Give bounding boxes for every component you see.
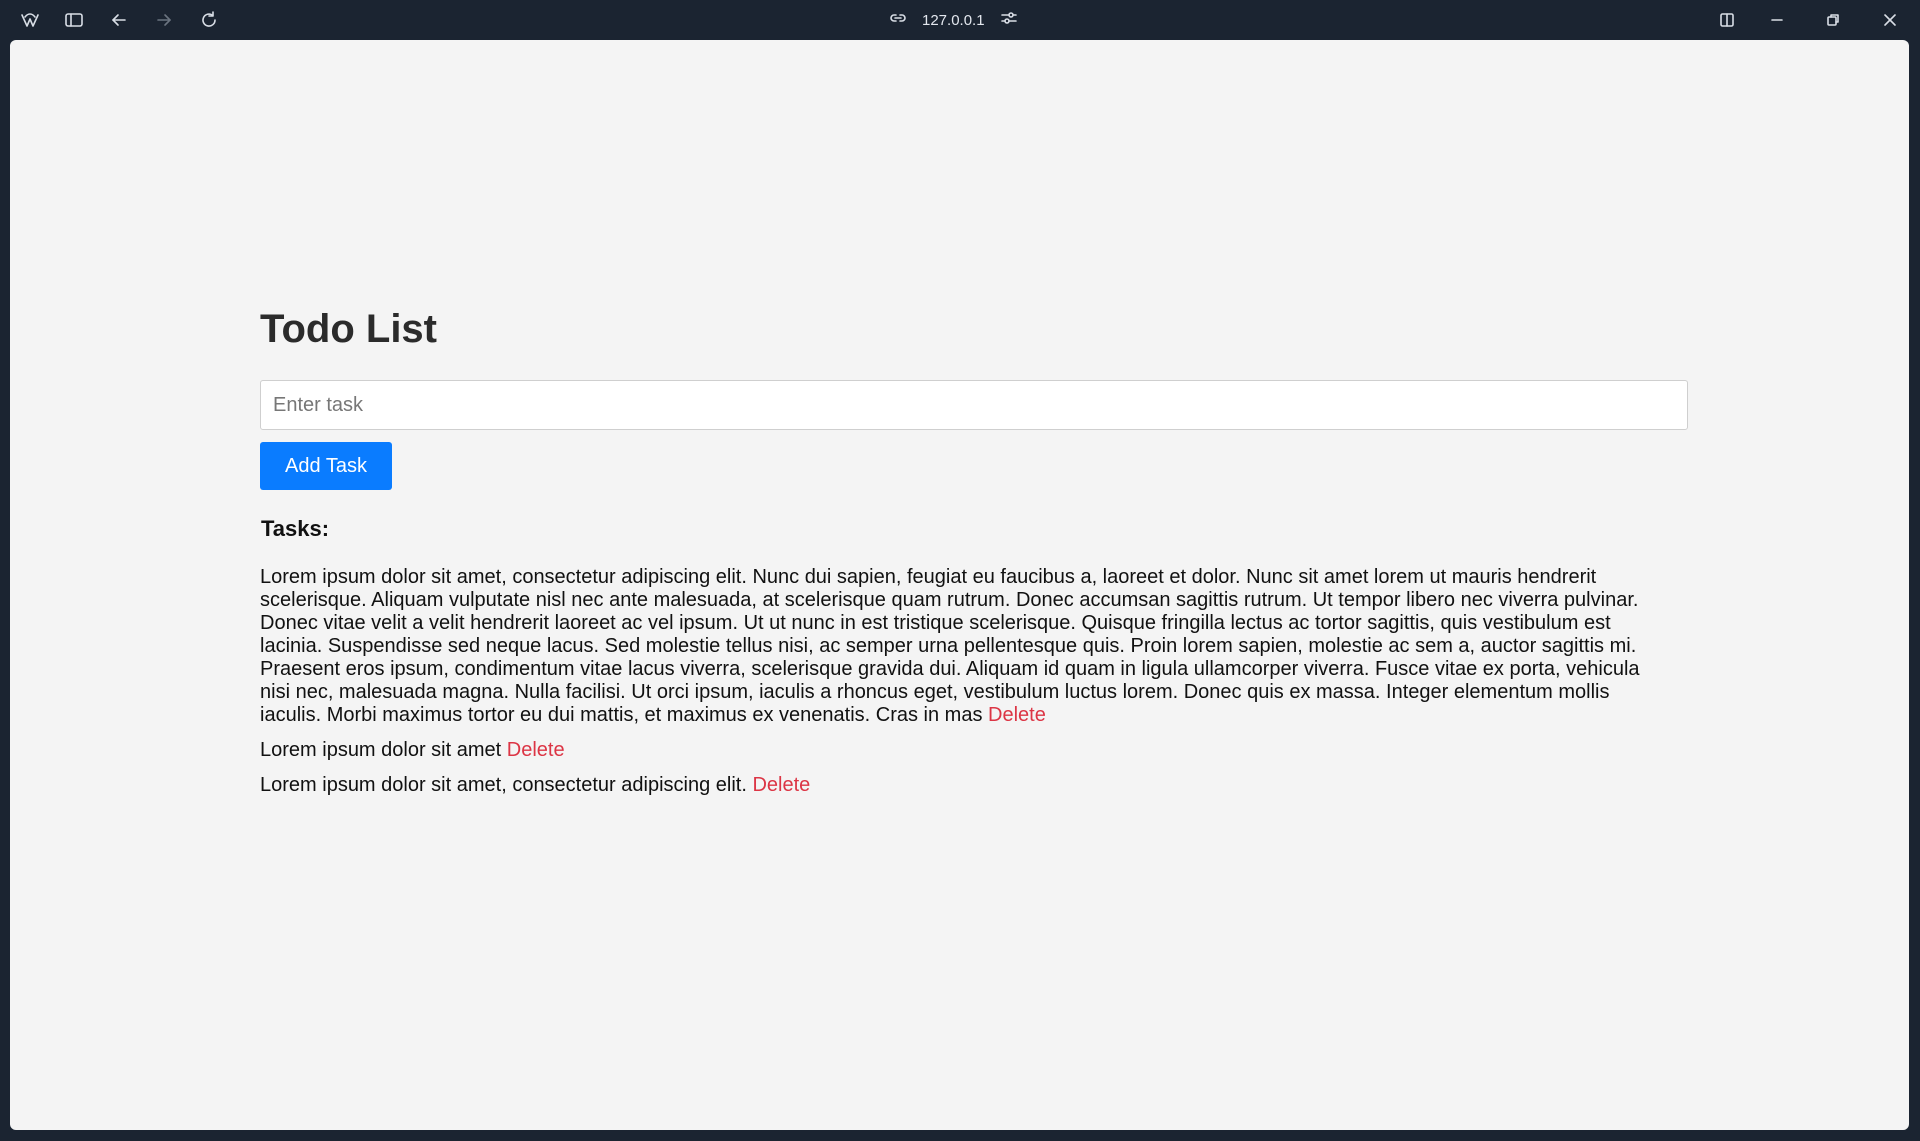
delete-task-link[interactable]: Delete xyxy=(507,739,565,761)
link-icon[interactable] xyxy=(888,8,908,32)
delete-task-link[interactable]: Delete xyxy=(988,704,1046,726)
page-title: Todo List xyxy=(260,307,437,351)
close-icon[interactable] xyxy=(1874,4,1906,36)
task-input[interactable] xyxy=(260,380,1688,430)
task-list: Lorem ipsum dolor sit amet, consectetur … xyxy=(260,566,1655,797)
task-text: Lorem ipsum dolor sit amet, consectetur … xyxy=(260,774,747,796)
sidebar-toggle-icon[interactable] xyxy=(58,4,90,36)
address-bar[interactable]: 127.0.0.1 xyxy=(888,6,1019,34)
task-item: Lorem ipsum dolor sit amet, consectetur … xyxy=(260,566,1655,727)
todo-container: Todo List Add Task Tasks: Lorem ipsum do… xyxy=(260,304,1688,809)
tasks-heading: Tasks: xyxy=(261,516,330,541)
task-text: Lorem ipsum dolor sit amet xyxy=(260,739,502,761)
task-text: Lorem ipsum dolor sit amet, consectetur … xyxy=(260,566,1640,726)
url-text[interactable]: 127.0.0.1 xyxy=(922,12,985,29)
add-task-button[interactable]: Add Task xyxy=(260,442,392,490)
browser-titlebar: 127.0.0.1 xyxy=(0,0,1920,40)
page-viewport: Todo List Add Task Tasks: Lorem ipsum do… xyxy=(10,40,1909,1130)
restore-icon[interactable] xyxy=(1817,4,1849,36)
minimize-icon[interactable] xyxy=(1761,4,1793,36)
split-view-icon[interactable] xyxy=(1711,4,1743,36)
task-item: Lorem ipsum dolor sit amet, consectetur … xyxy=(260,774,1655,797)
forward-arrow-icon[interactable] xyxy=(148,4,180,36)
sliders-icon[interactable] xyxy=(999,8,1019,32)
browser-logo-icon[interactable] xyxy=(14,4,46,36)
reload-icon[interactable] xyxy=(193,4,225,36)
delete-task-link[interactable]: Delete xyxy=(752,774,810,796)
task-item: Lorem ipsum dolor sit amet Delete xyxy=(260,739,1655,762)
back-arrow-icon[interactable] xyxy=(103,4,135,36)
